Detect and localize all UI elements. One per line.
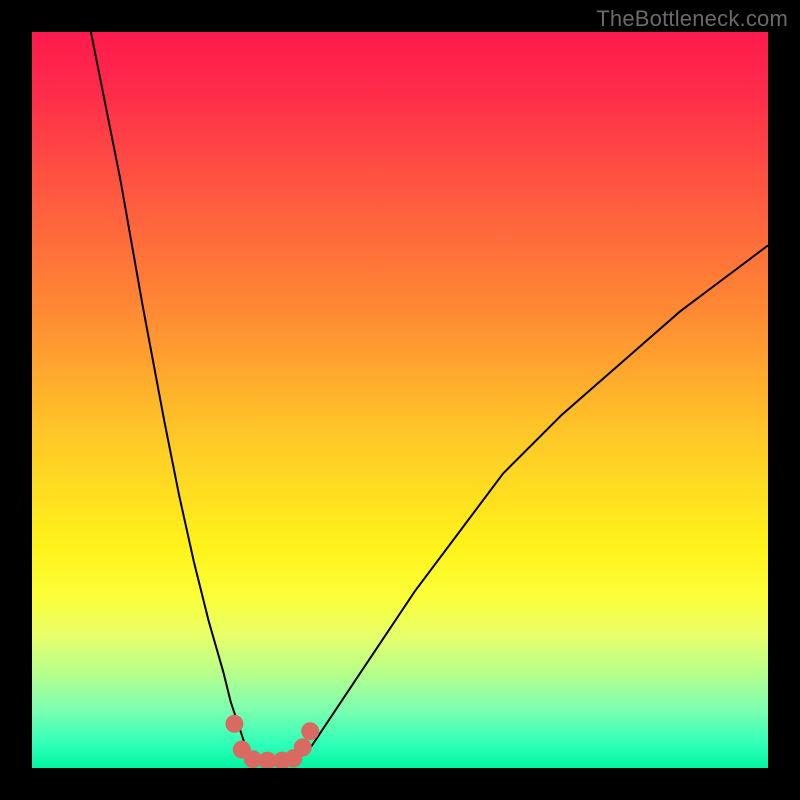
chart-frame: TheBottleneck.com bbox=[0, 0, 800, 800]
marker-dot-7 bbox=[301, 722, 319, 740]
watermark-text: TheBottleneck.com bbox=[596, 6, 788, 32]
series-right-curve bbox=[297, 245, 768, 760]
marker-dot-0 bbox=[225, 715, 243, 733]
plot-area bbox=[32, 32, 768, 768]
series-left-curve bbox=[91, 32, 253, 761]
marker-dot-6 bbox=[294, 738, 312, 756]
curve-group bbox=[91, 32, 768, 761]
curve-overlay bbox=[32, 32, 768, 768]
marker-group bbox=[225, 715, 319, 768]
